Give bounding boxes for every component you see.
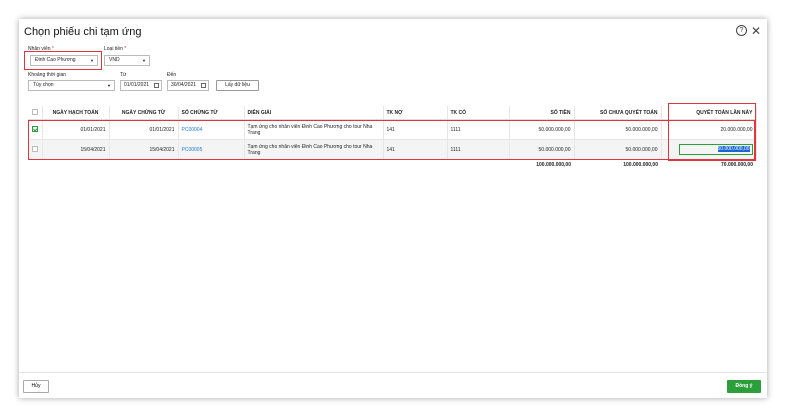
credit-cell: 1111	[447, 119, 510, 140]
currency-select[interactable]: VND ▼	[104, 55, 150, 66]
currency-value: VND	[109, 57, 120, 63]
row-checkbox[interactable]	[31, 126, 38, 133]
to-label: Đến	[167, 72, 177, 78]
chevron-down-icon: ▼	[107, 83, 111, 88]
col-amount: SỐ TIỀN	[509, 106, 575, 120]
select-all-checkbox[interactable]	[31, 109, 38, 116]
total-settle-now: 70.000.000,00	[721, 162, 753, 168]
settle-now-cell[interactable]: 50.000.000,00	[661, 139, 757, 160]
from-date-value: 01/01/2021	[124, 82, 150, 88]
settle-now-selected-text: 50.000.000,00	[717, 146, 750, 152]
advance-table: NGÀY HẠCH TOÁN NGÀY CHỨNG TỪ SỐ CHỨNG TỪ…	[28, 106, 757, 170]
amount-cell: 50.000.000,00	[509, 119, 575, 140]
col-credit: TK CÓ	[447, 106, 510, 120]
unsettled-cell: 50.000.000,00	[574, 119, 662, 140]
doc-date-cell: 15/04/2021	[109, 139, 179, 160]
row-checkbox[interactable]	[31, 146, 38, 153]
col-posting-date: NGÀY HẠCH TOÁN	[42, 106, 110, 120]
from-label: Từ	[120, 72, 127, 78]
cancel-button[interactable]: Hủy	[23, 380, 49, 393]
col-description: DIỄN GIẢI	[244, 106, 384, 120]
col-doc-no: SỐ CHỨNG TỪ	[178, 106, 245, 120]
amount-cell: 50.000.000,00	[509, 139, 575, 160]
settle-now-input[interactable]: 50.000.000,00	[678, 144, 753, 155]
table-row[interactable]: 15/04/2021 15/04/2021 PC00005 Tạm ứng ch…	[28, 139, 757, 160]
header-icons: ? ✕	[735, 25, 761, 37]
period-value: Tùy chọn	[33, 82, 54, 88]
dialog-title: Chọn phiếu chi tạm ứng	[24, 26, 142, 38]
employee-value: Đinh Cao Phương	[35, 57, 76, 63]
description-cell: Tạm ứng cho nhân viên Đinh Cao Phương ch…	[244, 119, 384, 140]
chevron-down-icon: ▼	[142, 58, 146, 63]
to-date-value: 30/04/2021	[171, 82, 197, 88]
table-row[interactable]: 01/01/2021 01/01/2021 PC00004 Tạm ứng ch…	[28, 119, 757, 140]
col-settle-now: QUYẾT TOÁN LẦN NÀY	[661, 106, 757, 120]
posting-date-cell: 01/01/2021	[42, 119, 110, 140]
doc-date-cell: 01/01/2021	[109, 119, 179, 140]
close-icon[interactable]: ✕	[751, 25, 761, 37]
currency-label: Loại tiền *	[104, 46, 127, 52]
advance-payment-dialog: Chọn phiếu chi tạm ứng ? ✕ Nhân viên * Đ…	[19, 19, 767, 398]
table-header-row: NGÀY HẠCH TOÁN NGÀY CHỨNG TỪ SỐ CHỨNG TỪ…	[28, 106, 757, 120]
row-select-cell	[28, 119, 43, 140]
total-unsettled: 100.000.000,00	[623, 162, 658, 168]
col-debit: TK NỢ	[383, 106, 448, 120]
fetch-data-button[interactable]: Lấy dữ liệu	[216, 80, 259, 91]
description-cell: Tạm ứng cho nhân viên Đinh Cao Phương ch…	[244, 139, 384, 160]
calendar-icon[interactable]	[201, 83, 206, 88]
help-icon[interactable]: ?	[735, 25, 747, 36]
debit-cell: 141	[383, 139, 448, 160]
to-date-input[interactable]: 30/04/2021	[167, 80, 209, 91]
period-select[interactable]: Tùy chọn ▼	[28, 80, 115, 91]
employee-label: Nhân viên *	[28, 46, 54, 52]
debit-cell: 141	[383, 119, 448, 140]
from-date-input[interactable]: 01/01/2021	[120, 80, 162, 91]
chevron-down-icon: ▼	[90, 58, 94, 63]
calendar-icon[interactable]	[154, 83, 159, 88]
totals-row: 100.000.000,00 100.000.000,00 70.000.000…	[28, 160, 756, 171]
unsettled-cell: 50.000.000,00	[574, 139, 662, 160]
footer-divider	[19, 372, 767, 373]
col-doc-date: NGÀY CHỨNG TỪ	[109, 106, 179, 120]
row-select-cell	[28, 139, 43, 160]
col-unsettled: SỐ CHƯA QUYẾT TOÁN	[574, 106, 662, 120]
employee-select[interactable]: Đinh Cao Phương ▼	[30, 55, 98, 66]
period-label: Khoảng thời gian	[28, 72, 67, 78]
doc-no-link[interactable]: PC00005	[178, 139, 245, 160]
total-amount: 100.000.000,00	[536, 162, 571, 168]
credit-cell: 1111	[447, 139, 510, 160]
select-all-cell	[28, 106, 43, 120]
posting-date-cell: 15/04/2021	[42, 139, 110, 160]
totals-spacer	[28, 160, 509, 171]
settle-now-cell[interactable]: 20.000.000,00	[661, 119, 757, 140]
doc-no-link[interactable]: PC00004	[178, 119, 245, 140]
ok-button[interactable]: Đồng ý	[727, 380, 761, 393]
